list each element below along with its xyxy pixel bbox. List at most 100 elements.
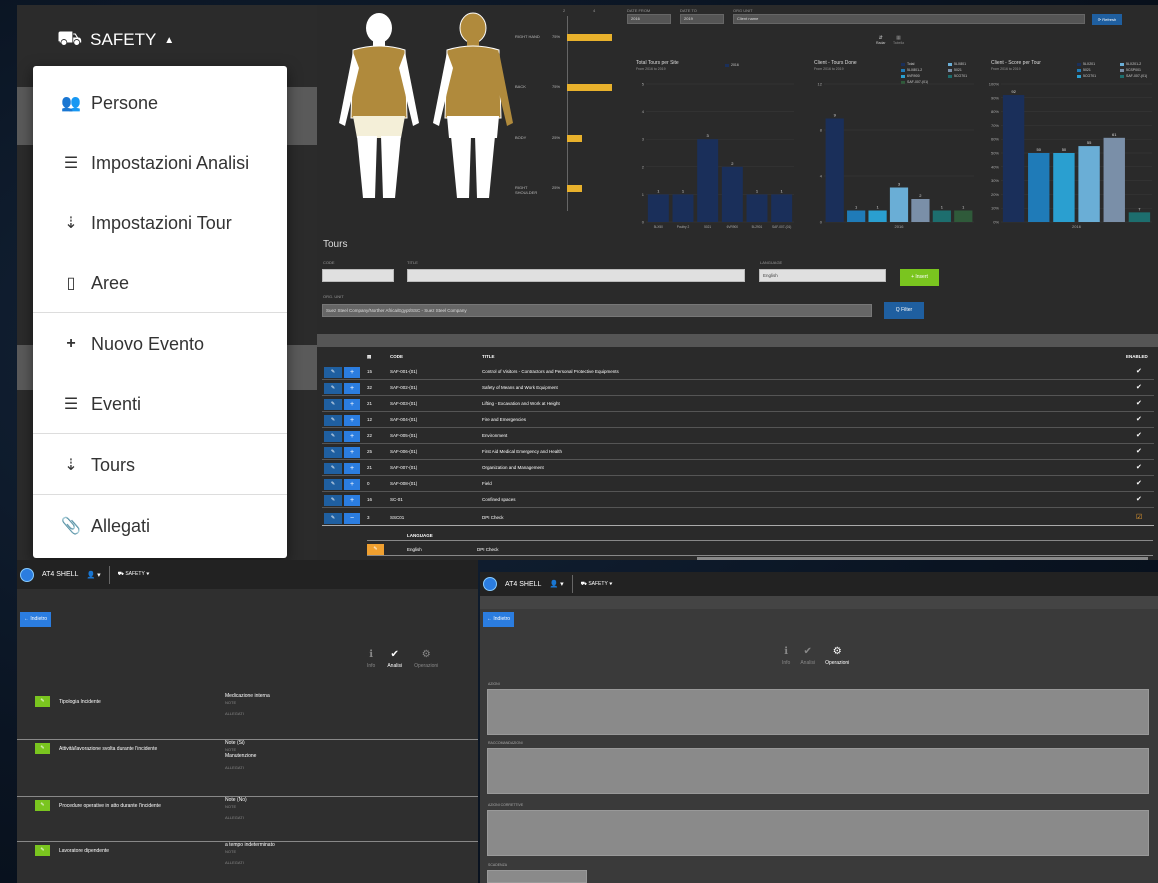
y-tick-label: 3 — [642, 137, 645, 142]
chart-bar — [954, 210, 973, 222]
menu-item-tours[interactable]: ⇣ Tours — [33, 435, 287, 495]
menu-item-allegati[interactable]: 📎 Allegati — [33, 496, 287, 556]
row-code: SAF-002-(01) — [390, 385, 418, 390]
module-menu[interactable]: ⛟ SAFETY ▾ — [118, 571, 150, 578]
gear-icon: ⚙ — [832, 646, 842, 657]
expand-button[interactable]: + — [344, 399, 360, 410]
table-header: ▤ CODE TITLE ENABLED — [317, 354, 1158, 363]
title-column-header: TITLE — [482, 354, 495, 359]
edit-button[interactable]: ✎ — [35, 743, 50, 754]
edit-button[interactable]: ✎ — [324, 415, 342, 426]
edit-button[interactable]: ✎ — [35, 696, 50, 707]
raccomandazioni-textarea[interactable] — [487, 748, 1149, 794]
edit-button[interactable]: ✎ — [324, 399, 342, 410]
filter-button[interactable]: Q Filter — [884, 302, 924, 319]
check-icon: ✔ — [1136, 368, 1142, 375]
edit-button[interactable]: ✎ — [324, 431, 342, 442]
code-input[interactable] — [322, 269, 394, 282]
edit-button[interactable]: ✎ — [367, 544, 384, 555]
edit-button[interactable]: ✎ — [324, 447, 342, 458]
chart-bar — [1002, 95, 1025, 222]
checkbox-icon[interactable]: ☑ — [1136, 513, 1142, 521]
user-icon[interactable]: 👤 ▾ — [549, 580, 563, 588]
menu-item-impostazioni-tour[interactable]: ⇣ Impostazioni Tour — [33, 193, 287, 253]
data-label: 3 — [898, 182, 901, 187]
expand-button[interactable]: + — [344, 367, 360, 378]
axis-tick: 4 — [593, 8, 596, 13]
expand-button[interactable]: + — [344, 383, 360, 394]
app-topbar: AT4 SHELL 👤 ▾ ⛟ SAFETY ▾ — [17, 560, 478, 589]
step-operazioni[interactable]: ⚙ Operazioni — [414, 649, 438, 669]
row-code: SAF-008-(01) — [390, 481, 418, 486]
chart-bar — [647, 194, 669, 222]
analysis-row: ✎ Tipologia Incidente Medicazione intern… — [17, 693, 478, 740]
expand-button[interactable]: + — [344, 463, 360, 474]
row-code: SAF-005-(01) — [390, 433, 418, 438]
menu-divider — [33, 494, 287, 495]
answer-value: Note (No) — [225, 797, 247, 803]
scadenza-date-input[interactable] — [487, 870, 587, 883]
y-tick-label: 40% — [991, 164, 999, 169]
menu-item-label: Tours — [91, 454, 136, 475]
edit-button[interactable]: ✎ — [324, 495, 342, 506]
body-part-bar — [567, 34, 612, 41]
collapse-button[interactable]: − — [344, 513, 360, 524]
step-info[interactable]: ℹ Info — [782, 646, 790, 666]
legend-item: 2016 — [725, 63, 739, 67]
back-button[interactable]: ← Indietro — [20, 612, 52, 627]
menu-item-eventi[interactable]: ☰ Eventi — [33, 374, 287, 434]
refresh-button[interactable]: ⟳ Refresh — [1092, 14, 1122, 25]
y-tick-label: 80% — [991, 109, 999, 114]
safety-dropdown-menu: 👥 Persone ☰ Impostazioni Analisi ⇣ Impos… — [33, 66, 287, 558]
sort-icon: ⇣ — [64, 457, 78, 474]
title-input[interactable] — [407, 269, 745, 282]
incident-operations-window: AT4 SHELL 👤 ▾ ⛟ SAFETY ▾ ← Indietro ℹ Inf… — [480, 572, 1158, 883]
expand-button[interactable]: + — [344, 447, 360, 458]
expand-button[interactable]: + — [344, 495, 360, 506]
back-button[interactable]: ← Indietro — [483, 612, 515, 627]
date-from-field[interactable]: 2016 — [627, 14, 671, 24]
tab-radar[interactable]: ⇵ Radar — [876, 35, 886, 45]
tours-section: Tours CODE TITLE LANGUAGE English + Inse… — [317, 233, 1158, 560]
expand-button[interactable]: + — [344, 415, 360, 426]
org-unit-select[interactable]: Suez Steel Company/Norther Africa/Egypt/… — [322, 304, 872, 317]
azioni-correttive-textarea[interactable] — [487, 810, 1149, 856]
attachments-label: ALLEGATI — [225, 815, 244, 821]
azioni-textarea[interactable] — [487, 689, 1149, 735]
tab-tabella[interactable]: ▦ Tabella — [893, 35, 904, 45]
safety-menu-toggle[interactable]: ⛟ SAFETY ▲ — [57, 25, 174, 55]
insert-button[interactable]: + Insert — [900, 269, 939, 286]
module-menu[interactable]: ⛟ SAFETY ▾ — [581, 581, 613, 588]
edit-button[interactable]: ✎ — [324, 479, 342, 490]
edit-button[interactable]: ✎ — [324, 367, 342, 378]
edit-button[interactable]: ✎ — [35, 845, 50, 856]
expand-button[interactable]: + — [344, 431, 360, 442]
field-label: AZIONI — [488, 682, 500, 686]
menu-item-persone[interactable]: 👥 Persone — [33, 73, 287, 133]
title-label: TITLE — [407, 260, 418, 265]
user-icon[interactable]: 👤 ▾ — [86, 571, 100, 579]
expand-button[interactable]: + — [344, 479, 360, 490]
edit-button[interactable]: ✎ — [324, 383, 342, 394]
check-icon: ✔ — [1136, 416, 1142, 423]
step-info[interactable]: ℹ Info — [367, 649, 375, 669]
date-to-field[interactable]: 2019 — [680, 14, 724, 24]
menu-item-aree[interactable]: ▯ Aree — [33, 253, 287, 313]
table-row: ✎ +0 SAF-008-(01) Field ✔ — [322, 476, 1154, 492]
row-count: 0 — [367, 481, 370, 486]
chart-bar — [1028, 153, 1050, 222]
menu-item-impostazioni-analisi[interactable]: ☰ Impostazioni Analisi — [33, 133, 287, 193]
step-analisi[interactable]: ✔ Analisi — [387, 649, 402, 669]
edit-button[interactable]: ✎ — [324, 513, 342, 524]
app-name: AT4 SHELL — [505, 580, 542, 588]
edit-button[interactable]: ✎ — [324, 463, 342, 474]
org-unit-select[interactable]: Client name — [733, 14, 1085, 24]
row-title: Field — [482, 481, 492, 486]
step-operazioni[interactable]: ⚙ Operazioni — [825, 646, 849, 666]
menu-item-nuovo-evento[interactable]: + Nuovo Evento — [33, 314, 287, 374]
scrollbar[interactable] — [697, 557, 1148, 560]
step-analisi[interactable]: ✔ Analisi — [800, 646, 815, 666]
legend-item: 5LX801 — [948, 62, 966, 66]
edit-button[interactable]: ✎ — [35, 800, 50, 811]
language-select[interactable]: English — [759, 269, 886, 282]
